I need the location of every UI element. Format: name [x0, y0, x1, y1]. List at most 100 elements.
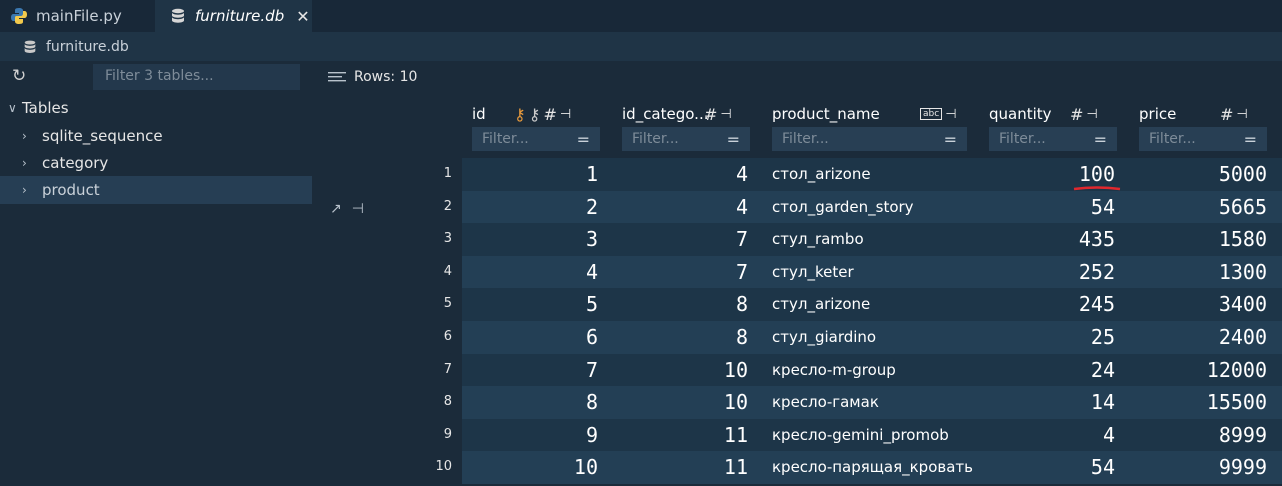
- number-type-icon: #: [1070, 104, 1084, 124]
- cell-id: 9: [585, 422, 598, 447]
- sidebar-item-category[interactable]: › category: [0, 149, 312, 177]
- filter-operator-icon[interactable]: =: [727, 130, 740, 149]
- cell-quantity: 54: [1090, 194, 1115, 219]
- pin-icon[interactable]: ⊣: [1086, 107, 1097, 122]
- table-row[interactable]: 4 4 7 стул_keter 252 1300: [312, 255, 1282, 289]
- table-row[interactable]: 1 1 4 стол_arizone 100 5000: [312, 158, 1282, 191]
- cell-id: 4: [585, 259, 598, 284]
- row-number: 5: [443, 296, 452, 312]
- filter-placeholder: Filter...: [1149, 131, 1196, 147]
- table-row[interactable]: 10 10 11 кресло-парящая_кровать 54 9999: [312, 451, 1282, 484]
- cell-id: 3: [585, 227, 598, 252]
- table-row[interactable]: 3 3 7 стул_rambo 435 1580: [312, 223, 1282, 256]
- chevron-down-icon: ∨: [8, 101, 17, 115]
- text-type-icon: abc: [920, 108, 943, 120]
- table-row[interactable]: 8 8 10 кресло-гамак 14 15500: [312, 386, 1282, 419]
- row-number: 3: [443, 231, 452, 247]
- tab-label: furniture.db: [195, 7, 285, 25]
- tree-root-label: Tables: [22, 99, 69, 117]
- filter-placeholder: Filter...: [632, 131, 679, 147]
- cell-id: 8: [585, 390, 598, 415]
- cell-product-name: кресло-m-group: [772, 360, 896, 379]
- cell-quantity: 25: [1090, 325, 1115, 349]
- filter-input-price[interactable]: Filter... =: [1139, 127, 1267, 151]
- sidebar-item-product[interactable]: › product: [0, 176, 312, 204]
- cell-quantity: 435: [1078, 227, 1115, 252]
- database-icon: [172, 8, 184, 23]
- id-column-icons: ⚷ ⚷ # ⊣: [514, 103, 571, 125]
- pin-icon[interactable]: ⊣: [945, 107, 956, 122]
- cell-price: 3400: [1218, 292, 1267, 317]
- pin-icon[interactable]: ⊣: [560, 107, 571, 122]
- close-icon[interactable]: ✕: [296, 7, 309, 26]
- filter-placeholder: Filter...: [999, 131, 1046, 147]
- id-category-column-icons: # ⊣: [704, 103, 732, 125]
- cell-product-name: кресло-gemini_promob: [772, 425, 949, 444]
- table-row[interactable]: 7 7 10 кресло-m-group 24 12000: [312, 353, 1282, 387]
- tab-label: mainFile.py: [36, 7, 122, 25]
- filter-operator-icon[interactable]: =: [577, 130, 590, 149]
- filter-operator-icon[interactable]: =: [944, 130, 957, 149]
- column-header-product-name[interactable]: product_name: [772, 103, 880, 125]
- cell-price: 1580: [1218, 227, 1267, 252]
- sidebar: ↻ Filter 3 tables... ∨ Tables › sqlite_s…: [0, 61, 312, 486]
- cell-price: 15500: [1206, 390, 1267, 415]
- tab-furniture-db[interactable]: furniture.db ✕: [155, 0, 312, 32]
- filter-operator-icon[interactable]: =: [1244, 130, 1257, 149]
- sidebar-item-label: product: [42, 181, 100, 199]
- column-header-price[interactable]: price: [1139, 103, 1176, 125]
- row-number: 6: [443, 329, 452, 344]
- cell-price: 5665: [1218, 194, 1267, 219]
- row-count: Rows: 10: [328, 69, 417, 85]
- table-row[interactable]: 2 2 4 стол_garden_story 54 5665: [312, 190, 1282, 224]
- product-name-column-icons: abc ⊣: [920, 103, 957, 125]
- tab-mainfile[interactable]: mainFile.py: [0, 0, 155, 32]
- breadcrumb-label[interactable]: furniture.db: [46, 39, 129, 55]
- table-row[interactable]: 6 6 8 стул_giardino 25 2400: [312, 321, 1282, 354]
- rows-label: Rows: 10: [354, 69, 418, 85]
- filter-input-product-name[interactable]: Filter... =: [772, 127, 967, 151]
- sidebar-item-label: sqlite_sequence: [42, 127, 163, 145]
- primary-key-icon: ⚷: [514, 104, 526, 124]
- cell-id-category: 4: [735, 194, 748, 219]
- table-row[interactable]: 9 9 11 кресло-gemini_promob 4 8999: [312, 418, 1282, 452]
- pin-icon[interactable]: ⊣: [1236, 107, 1247, 122]
- pin-icon[interactable]: ⊣: [720, 107, 731, 122]
- foreign-key-icon: ⚷: [528, 104, 541, 124]
- data-grid: 1 1 4 стол_arizone 100 5000 2 2 4 стол_garden_sto…: [312, 158, 1282, 486]
- sidebar-item-sqlite-sequence[interactable]: › sqlite_sequence: [0, 122, 312, 150]
- filter-input-id-category[interactable]: Filter... =: [622, 127, 750, 151]
- column-header-id[interactable]: id: [472, 103, 486, 125]
- filter-input-id[interactable]: Filter... =: [472, 127, 600, 151]
- refresh-icon[interactable]: ↻: [12, 66, 26, 86]
- sidebar-item-label: category: [42, 154, 109, 172]
- tables-tree-root[interactable]: ∨ Tables: [0, 94, 312, 122]
- chevron-right-icon: ›: [22, 183, 27, 197]
- filter-input-quantity[interactable]: Filter... =: [989, 127, 1117, 151]
- cell-id-category: 11: [723, 455, 748, 480]
- rows-icon: [328, 72, 346, 82]
- tab-bar: mainFile.py furniture.db ✕: [0, 0, 1282, 32]
- row-number: 2: [443, 198, 452, 214]
- table-row[interactable]: 5 5 8 стул_arizone 245 3400: [312, 288, 1282, 321]
- cell-price: 8999: [1218, 422, 1267, 447]
- cell-price: 5000: [1218, 162, 1267, 186]
- cell-product-name: кресло-гамак: [772, 393, 879, 412]
- cell-id: 7: [585, 357, 598, 382]
- breadcrumb: furniture.db: [0, 32, 1282, 61]
- number-type-icon: #: [543, 104, 557, 124]
- filter-operator-icon[interactable]: =: [1094, 130, 1107, 149]
- cell-price: 12000: [1206, 357, 1267, 382]
- cell-id-category: 7: [735, 259, 748, 284]
- row-number: 7: [443, 361, 452, 377]
- cell-id-category: 10: [723, 390, 748, 415]
- row-number: 4: [443, 263, 452, 279]
- cell-id-category: 8: [735, 292, 748, 317]
- cell-price: 2400: [1218, 325, 1267, 349]
- cell-product-name: кресло-парящая_кровать: [772, 458, 973, 477]
- chevron-right-icon: ›: [22, 129, 27, 143]
- cell-quantity: 54: [1090, 455, 1115, 480]
- table-filter-input[interactable]: Filter 3 tables...: [93, 64, 300, 90]
- column-header-id-category[interactable]: id_catego...: [622, 103, 708, 125]
- column-header-quantity[interactable]: quantity: [989, 103, 1052, 125]
